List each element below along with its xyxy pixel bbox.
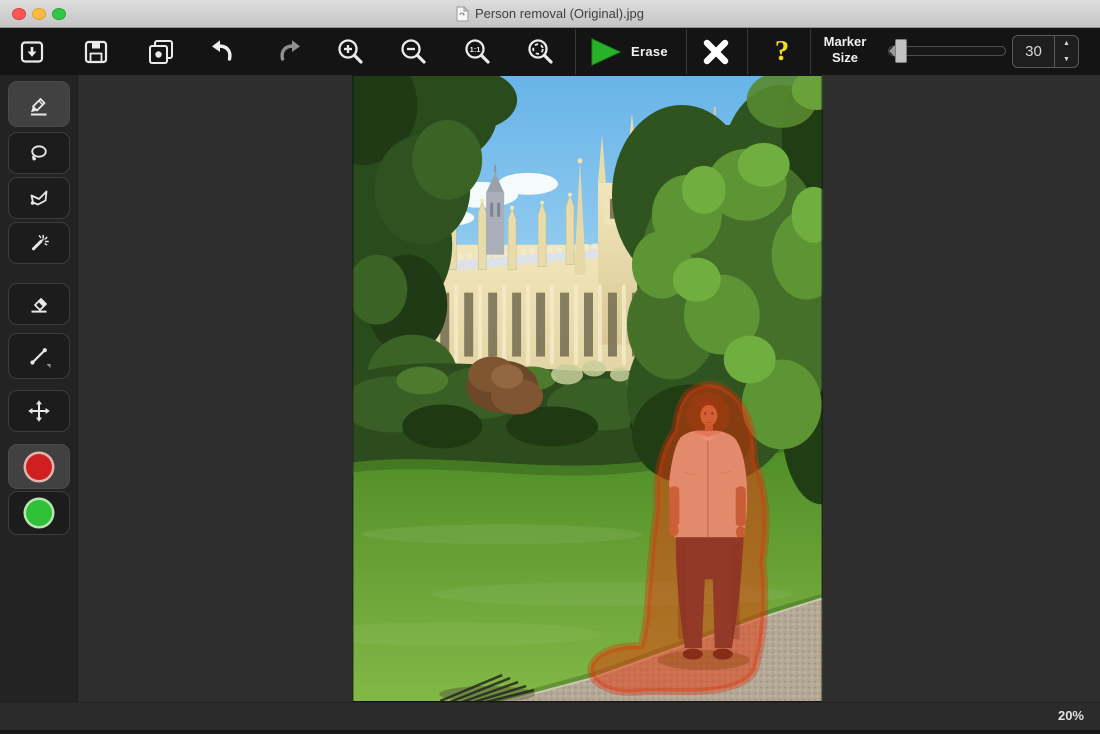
magic-wand-icon <box>27 231 51 255</box>
tool-line[interactable] <box>8 333 70 379</box>
redo-icon <box>273 37 303 67</box>
erase-button-label: Erase <box>631 44 668 59</box>
marker-size-stepper: ▲ ▼ <box>1054 35 1079 68</box>
save-icon <box>81 37 111 67</box>
photo-canvas[interactable] <box>352 75 823 702</box>
zoom-window-button[interactable] <box>52 8 66 20</box>
help-button[interactable]: ? <box>760 30 804 73</box>
marker-color-red-button[interactable] <box>8 444 70 489</box>
photo-scene <box>352 75 823 702</box>
move-icon <box>27 399 51 423</box>
undo-icon <box>209 37 239 67</box>
cancel-button[interactable] <box>694 32 738 71</box>
marker-size-slider-thumb[interactable] <box>895 39 907 63</box>
titlebar: Person removal (Original).jpg <box>0 0 1100 28</box>
zoom-actual-size-icon: 1:1 <box>462 37 492 67</box>
zoom-in-button[interactable] <box>328 32 372 71</box>
erase-button[interactable]: Erase <box>584 32 684 71</box>
statusbar: 20% <box>0 702 1100 734</box>
save-button[interactable] <box>74 32 118 71</box>
marker-size-label: Marker Size <box>812 34 878 65</box>
tool-magic-wand[interactable] <box>8 222 70 264</box>
zoom-level-readout: 20% <box>1058 708 1084 723</box>
zoom-fit-icon <box>525 37 555 67</box>
line-tool-dropdown-arrow <box>47 364 51 368</box>
marker-size-slider[interactable] <box>888 46 1006 56</box>
zoom-in-icon <box>335 37 365 67</box>
svg-text:1:1: 1:1 <box>470 45 481 54</box>
compare-original-icon <box>146 37 176 67</box>
red-color-swatch-icon <box>26 454 52 480</box>
tool-eraser[interactable] <box>8 283 70 325</box>
minimize-window-button[interactable] <box>32 8 46 20</box>
marker-size-input[interactable] <box>1012 35 1054 68</box>
green-color-swatch-icon <box>26 500 52 526</box>
stepper-down-icon: ▼ <box>1063 56 1070 63</box>
open-image-button[interactable] <box>10 32 54 71</box>
toolbar-separator <box>747 29 748 74</box>
tool-marker[interactable] <box>8 81 70 127</box>
zoom-out-button[interactable] <box>391 32 435 71</box>
redo-button[interactable] <box>266 32 310 71</box>
zoom-actual-size-button[interactable]: 1:1 <box>455 32 499 71</box>
stepper-up-button[interactable]: ▲ <box>1055 36 1078 52</box>
zoom-fit-button[interactable] <box>518 32 562 71</box>
lasso-icon <box>27 141 51 165</box>
app-window: Person removal (Original).jpg <box>0 0 1100 734</box>
open-image-icon <box>17 37 47 67</box>
marker-pen-icon <box>27 92 51 116</box>
toolbar-separator <box>686 29 687 74</box>
tool-move[interactable] <box>8 390 70 432</box>
tool-sidebar <box>0 75 78 702</box>
line-tool-icon <box>27 344 51 368</box>
polygon-lasso-icon <box>27 186 51 210</box>
marker-color-green-button[interactable] <box>8 491 70 535</box>
tool-polygon-lasso[interactable] <box>8 177 70 219</box>
toolbar-separator <box>810 29 811 74</box>
cancel-x-icon <box>701 37 731 67</box>
stepper-up-icon: ▲ <box>1063 40 1070 47</box>
stepper-down-button[interactable]: ▼ <box>1055 52 1078 68</box>
toolbar-separator <box>575 29 576 74</box>
help-icon: ? <box>775 35 790 67</box>
document-proxy-icon <box>456 6 469 22</box>
tool-lasso[interactable] <box>8 132 70 174</box>
play-erase-icon <box>590 37 622 67</box>
toolbar: 1:1 Erase ? <box>0 28 1100 75</box>
zoom-out-icon <box>398 37 428 67</box>
compare-original-button[interactable] <box>139 32 183 71</box>
window-title: Person removal (Original).jpg <box>475 6 644 21</box>
eraser-icon <box>27 292 51 316</box>
close-window-button[interactable] <box>12 8 26 20</box>
undo-button[interactable] <box>202 32 246 71</box>
